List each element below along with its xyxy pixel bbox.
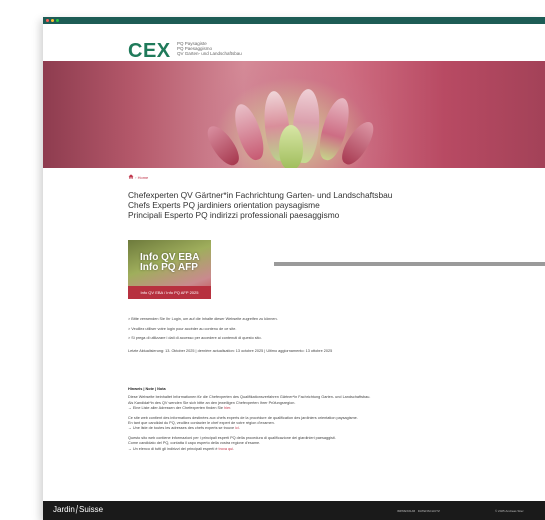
breadcrumb-home-link[interactable]: Home <box>138 175 149 180</box>
notice-fr: Ce site web contient des informations de… <box>128 416 528 432</box>
notice-it: Questo sito web contiene informazioni pe… <box>128 436 528 452</box>
login-notes: > Bitte verwenden Sie Ihr Login, um auf … <box>128 315 278 344</box>
esperti-list-link[interactable]: trova qui <box>219 447 234 451</box>
notice-it-line1: Questo sito web contiene informazioni pe… <box>128 435 336 440</box>
info-qv-promo-tile[interactable]: Info QV EBA Info PQ AFP Info QV EBA / In… <box>128 240 211 299</box>
footer-logo-right: Suisse <box>79 505 104 514</box>
notice-heading: Hinweis | Note | Nota <box>128 387 166 391</box>
notice-de-line3: → Eine Liste aller Adressen der Chefexpe… <box>128 406 225 411</box>
logo-subtitle-line: QV Garten- und Landschaftsbau <box>177 51 242 56</box>
footer-links: IMPRESSUM DATENSCHUTZ <box>397 509 440 513</box>
minimize-window-icon[interactable] <box>51 19 54 22</box>
page-title-fr: Chefs Experts PQ jardiniers orientation … <box>128 200 320 210</box>
site-footer: Jardin/Suisse IMPRESSUM DATENSCHUTZ © 20… <box>43 501 545 520</box>
logo-slash: / <box>75 502 79 517</box>
breadcrumb: › Home <box>128 174 148 180</box>
jardinsuisse-logo[interactable]: Jardin/Suisse <box>53 502 104 517</box>
sentence-end: . <box>230 406 232 411</box>
login-note-de: > Bitte verwenden Sie Ihr Login, um auf … <box>128 317 278 321</box>
content-divider <box>274 262 545 266</box>
sentence-end: . <box>238 426 240 431</box>
notice-de-line1: Diese Webseite beinhaltet Informationen … <box>128 395 371 400</box>
sentence-end: . <box>233 446 235 451</box>
window-titlebar <box>43 17 545 24</box>
close-window-icon[interactable] <box>46 19 49 22</box>
notice-it-line2: Come candidato del PQ, contatta il capo … <box>128 441 261 446</box>
notice-de-line2: Als Kandidat*in des QV wenden Sie sich b… <box>128 400 296 405</box>
home-icon[interactable] <box>128 174 134 179</box>
hero-image <box>43 61 545 168</box>
promo-title-line: Info PQ AFP <box>140 262 198 273</box>
notice-de: Diese Webseite beinhaltet Informationen … <box>128 395 528 411</box>
notice-section: Hinweis | Note | Nota Diese Webseite bei… <box>128 387 528 456</box>
notice-fr-line2: En tant que candidat du PQ, veuillez con… <box>128 421 275 426</box>
impressum-link[interactable]: IMPRESSUM <box>397 509 415 513</box>
notice-it-line3: → Un elenco di tutti gli indirizzi dei p… <box>128 446 219 451</box>
copyright-text: © 2025 Andreas Stier <box>495 509 524 513</box>
last-update-text: Letzte Aktualisierung: 13. Oktober 2025 … <box>128 349 333 353</box>
login-note-fr: > Veuillez utiliser votre login pour acc… <box>128 326 237 331</box>
promo-caption: Info QV EBA / Info PQ AFP 2025 <box>128 286 211 299</box>
site-logo[interactable]: CEX <box>128 40 171 63</box>
browser-window: CEX PQ Paysagiste PQ Paesaggismo QV Gart… <box>43 17 545 520</box>
page-title-it: Principali Esperto PQ indirizzi professi… <box>128 210 340 220</box>
page-title: Chefexperten QV Gärtner*in Fachrichtung … <box>128 190 508 220</box>
notice-fr-line3: → Une liste de toutes les adresses des c… <box>128 426 236 431</box>
footer-logo-left: Jardin <box>53 505 75 514</box>
page-title-de: Chefexperten QV Gärtner*in Fachrichtung … <box>128 190 393 200</box>
maximize-window-icon[interactable] <box>56 19 59 22</box>
logo-subtitle: PQ Paysagiste PQ Paesaggismo QV Garten- … <box>177 41 242 56</box>
notice-fr-line1: Ce site web contient des informations de… <box>128 415 358 420</box>
datenschutz-link[interactable]: DATENSCHUTZ <box>418 509 440 513</box>
promo-title: Info QV EBA Info PQ AFP <box>140 253 199 273</box>
login-note-it: > Si prega di utilizzare i dati di acces… <box>128 336 262 340</box>
succulent-leaf <box>279 125 303 168</box>
